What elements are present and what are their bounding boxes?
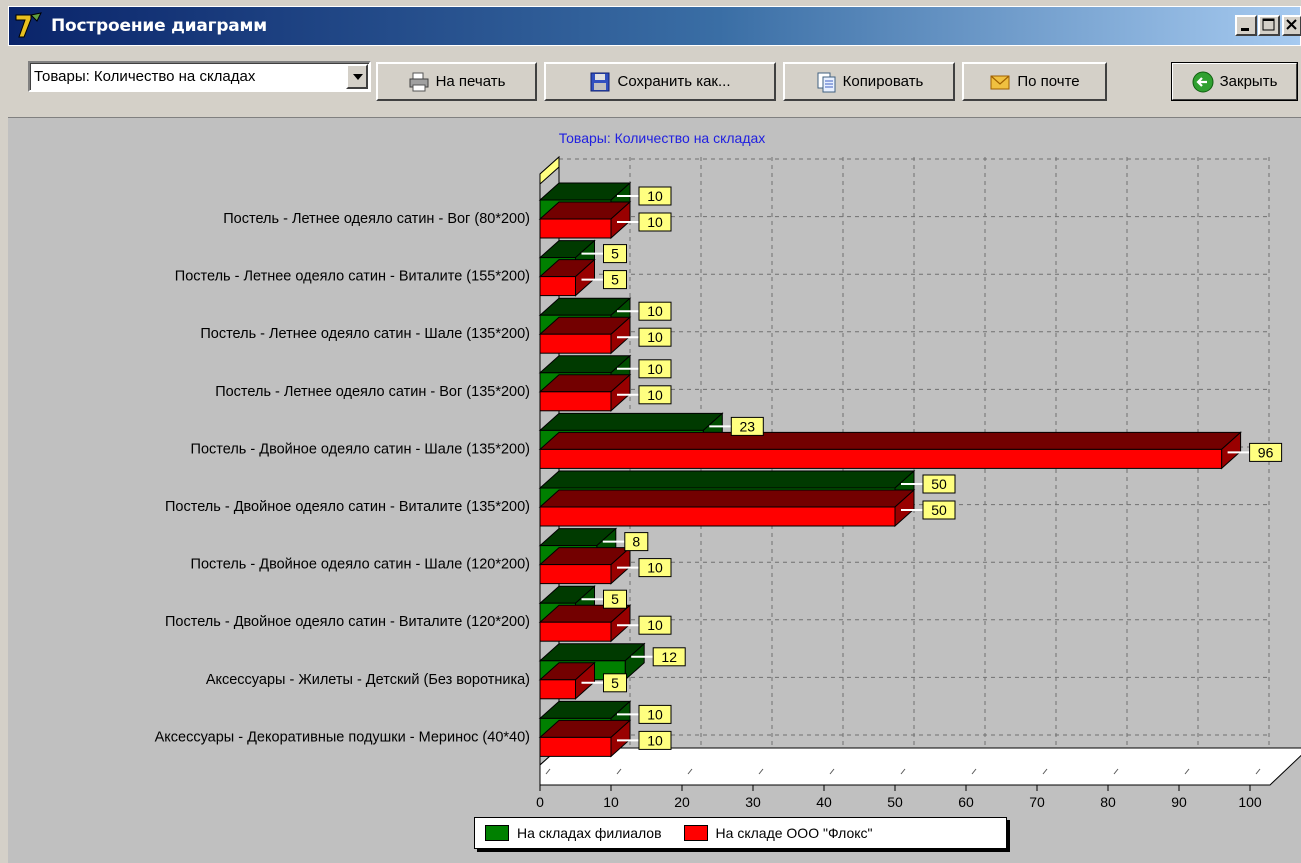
data-label: 10 [647, 361, 663, 377]
legend-swatch-red [683, 825, 708, 841]
data-label: 12 [661, 649, 677, 665]
x-tick-label: 20 [674, 794, 690, 810]
bar-main [539, 276, 576, 297]
legend-swatch-green [485, 825, 509, 841]
legend-item-branches: На складах филиалов [485, 825, 662, 841]
bar-main [539, 621, 612, 642]
bar-main [539, 564, 612, 585]
category-label: Постель - Летнее одеяло сатин - Вог (80*… [223, 211, 530, 227]
data-label: 50 [931, 502, 947, 518]
x-tick-label: 40 [816, 794, 832, 810]
data-label: 10 [647, 303, 663, 319]
bar-chart: Товары: Количество на складах 0 10 20 30 40 5… [155, 130, 1301, 810]
data-label: 10 [647, 560, 663, 576]
category-label: Аксессуары - Декоративные подушки - Мери… [155, 729, 530, 745]
category-label: Постель - Двойное одеяло сатин - Шале (1… [191, 441, 530, 457]
bar-main-top [538, 431, 1242, 450]
category-label: Аксессуары - Жилеты - Детский (Без ворот… [206, 672, 530, 688]
x-tick-label: 30 [745, 794, 761, 810]
x-tick-label: 100 [1238, 794, 1262, 810]
data-label: 96 [1258, 444, 1274, 460]
x-tick-label: 90 [1171, 794, 1187, 810]
bar-branches-top [538, 412, 724, 431]
bar-main [539, 679, 576, 700]
data-label: 5 [611, 272, 619, 288]
bar-main-top [538, 489, 916, 508]
data-label: 5 [611, 675, 619, 691]
chart-floor [539, 747, 1301, 786]
legend-item-main: На складе ООО "Флокс" [683, 825, 873, 841]
data-label: 10 [647, 617, 663, 633]
data-label: 10 [647, 732, 663, 748]
bar-main [539, 448, 1223, 469]
category-label: Постель - Летнее одеяло сатин - Шале (13… [200, 326, 530, 342]
data-label: 50 [931, 476, 947, 492]
data-label: 10 [647, 706, 663, 722]
category-label: Постель - Летнее одеяло сатин - Вог (135… [215, 384, 530, 400]
bar-main [539, 506, 896, 527]
x-tick-label: 50 [887, 794, 903, 810]
chart-title: Товары: Количество на складах [559, 130, 766, 146]
data-label: 10 [647, 214, 663, 230]
x-tick-label: 80 [1100, 794, 1116, 810]
data-label: 5 [611, 246, 619, 262]
bar-main [539, 333, 612, 354]
bar-branches-top [538, 470, 916, 489]
data-label: 23 [740, 418, 756, 434]
category-label: Постель - Двойное одеяло сатин - Виталит… [165, 499, 530, 515]
bar-main [539, 218, 612, 239]
category-label: Постель - Двойное одеяло сатин - Виталит… [165, 614, 530, 630]
data-label: 5 [611, 591, 619, 607]
x-tick-label: 70 [1029, 794, 1045, 810]
chart-legend: На складах филиалов На складе ООО "Флокс… [474, 817, 1007, 849]
bar-main [539, 391, 612, 412]
bar-main [539, 736, 612, 757]
data-label: 10 [647, 329, 663, 345]
x-tick-label: 0 [536, 794, 544, 810]
data-label: 10 [647, 387, 663, 403]
category-label: Постель - Летнее одеяло сатин - Виталите… [175, 269, 530, 285]
category-label: Постель - Двойное одеяло сатин - Шале (1… [191, 557, 530, 573]
legend-label-branches: На складах филиалов [517, 825, 662, 841]
legend-label-main: На складе ООО "Флокс" [715, 825, 873, 841]
data-label: 8 [632, 534, 640, 550]
x-tick-label: 10 [603, 794, 619, 810]
x-tick-label: 60 [958, 794, 974, 810]
data-label: 10 [647, 188, 663, 204]
